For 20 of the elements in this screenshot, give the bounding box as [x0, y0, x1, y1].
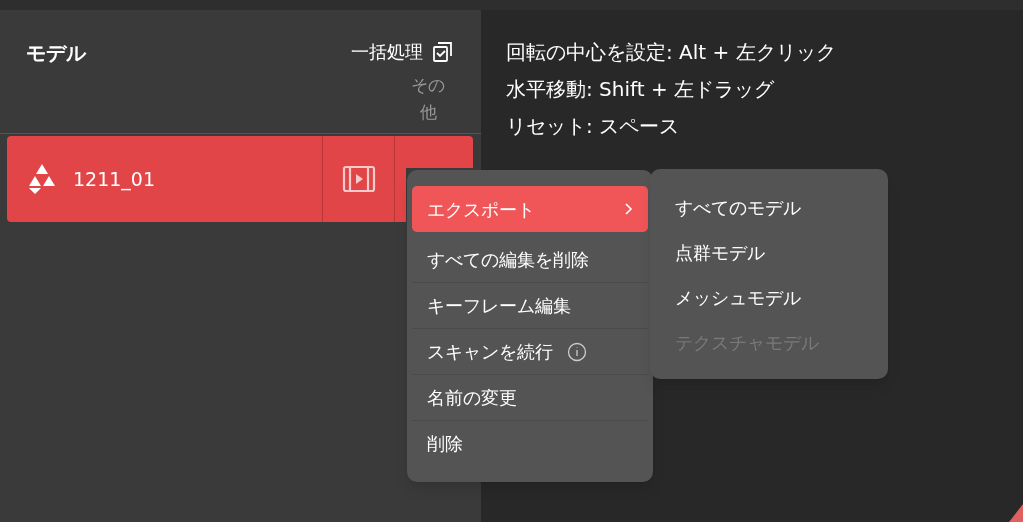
- checkbox-stack-icon[interactable]: [431, 39, 455, 64]
- panel-title: モデル: [26, 40, 86, 67]
- shortcut-hint: リセット: スペース: [506, 113, 681, 140]
- shortcut-hint: 回転の中心を設定: Alt + 左クリック: [506, 39, 837, 66]
- shortcut-hint: 水平移動: Shift + 左ドラッグ: [506, 76, 776, 103]
- info-icon[interactable]: [567, 341, 587, 362]
- submenu-item[interactable]: メッシュモデル: [650, 275, 888, 320]
- batch-process-button[interactable]: 一括処理: [351, 38, 423, 65]
- menu-item[interactable]: 削除: [412, 420, 648, 466]
- model-row[interactable]: 1211_01: [7, 136, 406, 222]
- column-header: その他: [410, 74, 446, 125]
- menu-item[interactable]: 名前の変更: [412, 374, 648, 420]
- menu-item[interactable]: すべての編集を削除: [412, 236, 648, 282]
- model-name: 1211_01: [73, 166, 156, 193]
- video-icon[interactable]: [341, 165, 376, 193]
- submenu-item[interactable]: すべてのモデル: [650, 185, 888, 230]
- menu-item[interactable]: スキャンを続行: [412, 328, 648, 374]
- model-shape: [1009, 504, 1023, 522]
- menu-item[interactable]: キーフレーム編集: [412, 282, 648, 328]
- submenu-item[interactable]: 点群モデル: [650, 230, 888, 275]
